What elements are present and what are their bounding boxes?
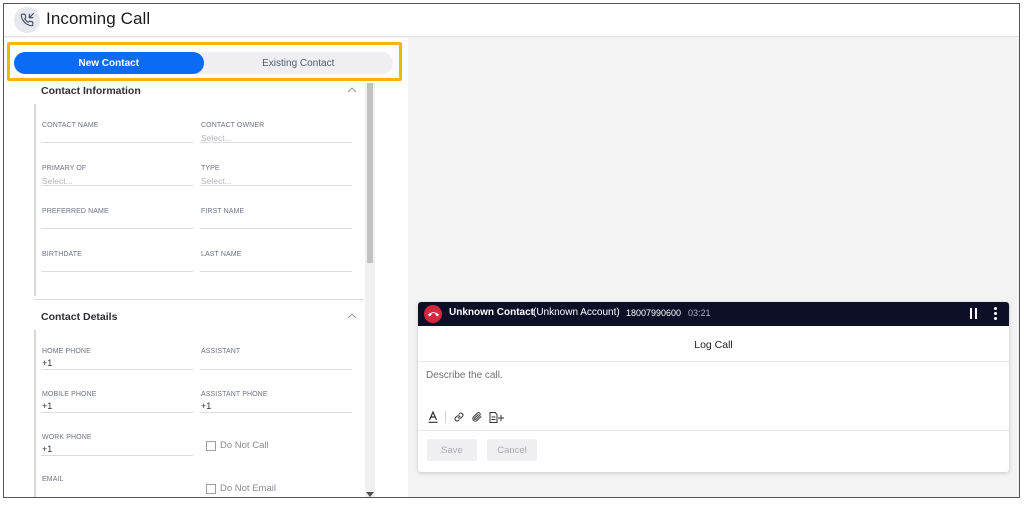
section-title-contact-details: Contact Details [41, 311, 118, 323]
save-button[interactable]: Save [427, 439, 477, 461]
hangup-phone-icon [427, 311, 439, 316]
contact-name-field[interactable] [41, 142, 193, 143]
call-duration: 03:21 [688, 308, 711, 318]
link-icon[interactable] [453, 411, 464, 423]
checkbox-box[interactable] [206, 483, 216, 494]
home-phone-label: HOME PHONE [42, 348, 91, 355]
mobile-phone-input[interactable]: +1 [42, 401, 52, 411]
pause-icon[interactable] [970, 308, 980, 320]
scroll-down-arrow-icon[interactable] [366, 492, 374, 497]
scrollbar-thumb[interactable] [367, 83, 373, 263]
do-not-call-label: Do Not Call [220, 440, 269, 451]
section-accent-bar [34, 104, 36, 296]
assistant-label: ASSISTANT [201, 348, 241, 355]
do-not-call-checkbox[interactable]: Do Not Call [206, 440, 269, 451]
contact-form-panel: New Contact Existing Contact Contact Inf… [4, 38, 408, 498]
do-not-email-checkbox[interactable]: Do Not Email [206, 483, 276, 494]
section-accent-bar [34, 330, 36, 497]
cancel-button[interactable]: Cancel [487, 439, 537, 461]
editor-toolbar [427, 410, 505, 424]
email-label: EMAIL [42, 476, 64, 483]
work-phone-input[interactable]: +1 [42, 444, 52, 454]
primary-of-underline [41, 185, 193, 186]
section-divider [34, 299, 364, 300]
work-phone-underline [41, 455, 193, 456]
assistant-phone-underline [200, 412, 352, 413]
toolbar-separator [445, 411, 446, 423]
first-name-label: FIRST NAME [201, 208, 245, 215]
text-format-icon[interactable] [427, 411, 438, 423]
caller-account: (Unknown Account) [533, 307, 620, 318]
assistant-field[interactable] [200, 369, 352, 370]
assistant-phone-label: ASSISTANT PHONE [201, 391, 268, 398]
page-title: Incoming Call [46, 9, 151, 28]
last-name-field[interactable] [200, 271, 352, 272]
attachment-icon[interactable] [471, 411, 482, 423]
call-status-bar: Unknown Contact (Unknown Account) 180079… [418, 302, 1009, 326]
chevron-up-icon[interactable] [347, 311, 357, 321]
checkbox-box[interactable] [206, 440, 216, 451]
preferred-name-field[interactable] [41, 228, 193, 229]
tab-existing-contact[interactable]: Existing Contact [204, 52, 394, 74]
type-underline [200, 185, 352, 186]
section-title-contact-information: Contact Information [41, 85, 141, 97]
call-description-input[interactable] [426, 370, 996, 406]
more-options-icon[interactable] [994, 307, 998, 321]
phone-incoming-icon [14, 7, 40, 33]
home-phone-underline [41, 369, 193, 370]
work-phone-label: WORK PHONE [42, 434, 92, 441]
birthdate-field[interactable] [41, 271, 193, 272]
add-document-icon[interactable] [489, 411, 505, 423]
preferred-name-label: PREFERRED NAME [42, 208, 109, 215]
tab-new-contact[interactable]: New Contact [14, 52, 204, 74]
do-not-email-label: Do Not Email [220, 483, 276, 494]
last-name-label: LAST NAME [201, 251, 242, 258]
call-panel: Unknown Contact (Unknown Account) 180079… [418, 302, 1009, 472]
divider [418, 430, 1009, 431]
form-scroll-area[interactable]: Contact Information CONTACT NAME CONTACT… [4, 80, 378, 498]
birthdate-label: BIRTHDATE [42, 251, 82, 258]
mobile-phone-label: MOBILE PHONE [42, 391, 97, 398]
assistant-phone-input[interactable]: +1 [201, 401, 211, 411]
chevron-up-icon[interactable] [347, 85, 357, 95]
caller-name: Unknown Contact [449, 307, 534, 318]
contact-tabs: New Contact Existing Contact [14, 52, 393, 74]
home-phone-input[interactable]: +1 [42, 358, 52, 368]
hangup-button[interactable] [424, 305, 442, 323]
app-window: Incoming Call New Contact Existing Conta… [3, 3, 1020, 498]
divider [418, 361, 1009, 362]
first-name-field[interactable] [200, 228, 352, 229]
contact-owner-label: CONTACT OWNER [201, 122, 265, 129]
type-label: TYPE [201, 165, 220, 172]
contact-name-label: CONTACT NAME [42, 122, 99, 129]
email-field[interactable] [41, 497, 193, 498]
contact-owner-underline [200, 142, 352, 143]
caller-number: 18007990600 [626, 308, 682, 318]
scrollbar[interactable] [365, 83, 375, 497]
log-call-title: Log Call [694, 339, 733, 351]
mobile-phone-underline [41, 412, 193, 413]
page-header: Incoming Call [4, 4, 1019, 37]
primary-of-label: PRIMARY OF [42, 165, 87, 172]
